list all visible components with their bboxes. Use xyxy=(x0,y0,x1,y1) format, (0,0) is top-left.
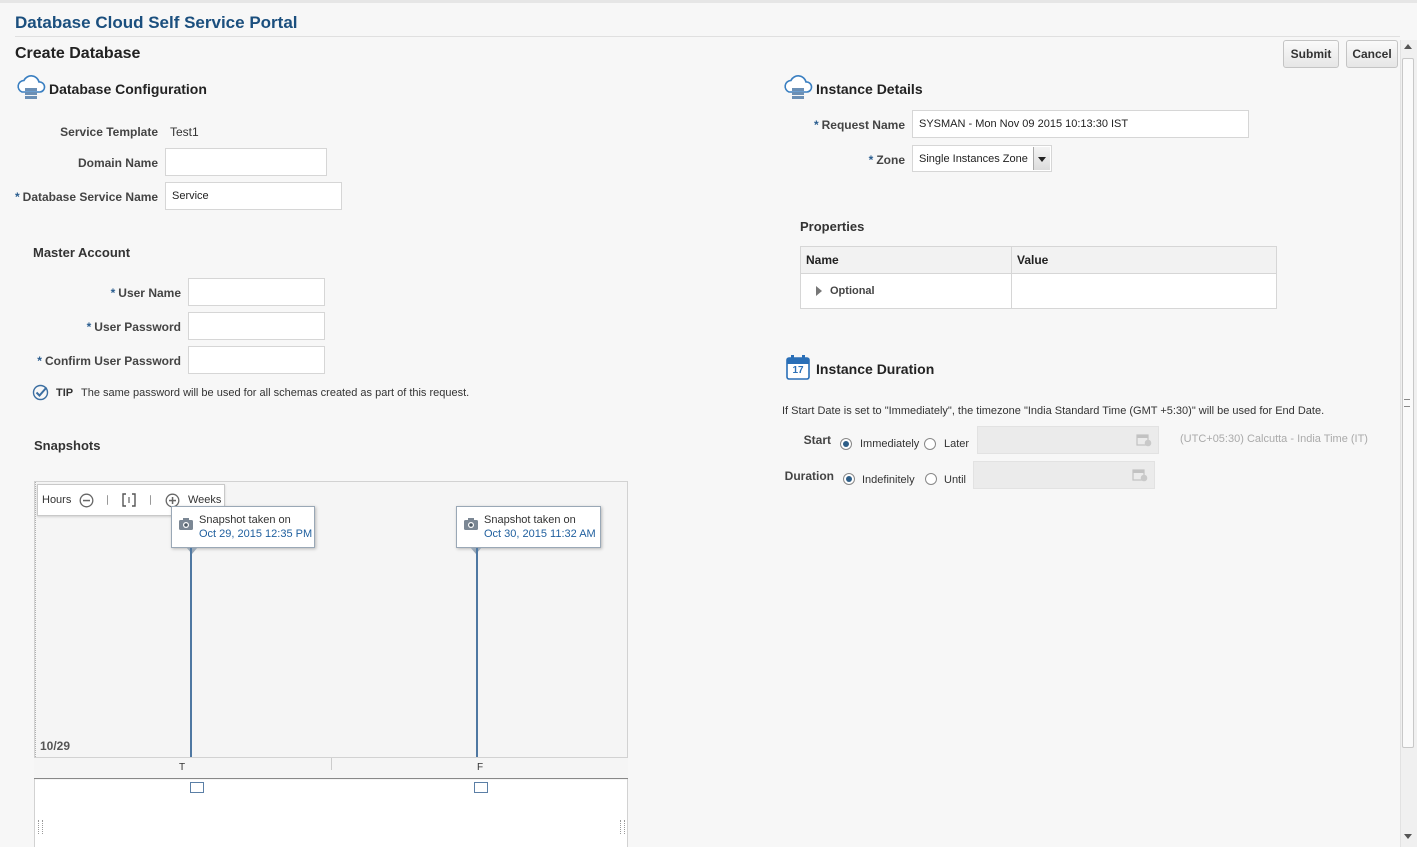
domain-name-input[interactable] xyxy=(165,148,327,176)
snapshots-title: Snapshots xyxy=(34,438,101,453)
axis-tick-divider xyxy=(331,758,332,770)
weeks-label: Weeks xyxy=(188,494,222,506)
toolbar-separator xyxy=(150,495,151,505)
timeline-left-guide xyxy=(35,482,37,757)
scroll-down-arrow-icon[interactable] xyxy=(1404,834,1412,839)
expand-triangle-icon[interactable] xyxy=(816,286,822,296)
calendar-icon: 17 xyxy=(786,354,810,380)
app-title: Database Cloud Self Service Portal xyxy=(15,13,298,32)
start-immediately-radio[interactable] xyxy=(840,438,852,450)
scrollbar-grip xyxy=(1404,399,1410,407)
properties-table: Name Value Optional xyxy=(800,246,1277,309)
toolbar-separator xyxy=(107,495,108,505)
user-password-label: User Password xyxy=(94,320,181,334)
properties-title: Properties xyxy=(800,219,865,234)
zone-select[interactable]: Single Instances Zone xyxy=(912,145,1052,172)
timeline-axis: T F xyxy=(34,757,628,779)
db-service-name-label: Database Service Name xyxy=(22,190,159,204)
start-label: Start xyxy=(803,433,831,447)
snapshot-event-1[interactable]: Snapshot taken on Oct 29, 2015 12:35 PM xyxy=(171,506,315,548)
instance-duration-title: Instance Duration xyxy=(816,361,935,377)
service-template-label: Service Template xyxy=(60,125,158,139)
snapshot-event-2-label: Snapshot taken on xyxy=(484,514,576,526)
user-password-input[interactable] xyxy=(188,312,325,340)
properties-col-name: Name xyxy=(806,253,839,267)
service-template-value: Test1 xyxy=(170,125,199,139)
calendar-picker-icon xyxy=(1136,433,1152,447)
duration-indefinitely-label[interactable]: Indefinitely xyxy=(862,474,915,486)
scroll-up-arrow-icon[interactable] xyxy=(1404,44,1412,49)
axis-tick-label: F xyxy=(477,762,484,773)
instance-details-title: Instance Details xyxy=(816,81,923,97)
snapshot-event-1-date: Oct 29, 2015 12:35 PM xyxy=(199,528,313,540)
confirm-password-label: Confirm User Password xyxy=(44,354,181,368)
duration-until-radio[interactable] xyxy=(925,473,937,485)
overview-left-handle[interactable] xyxy=(38,820,43,834)
start-later-radio[interactable] xyxy=(924,438,936,450)
confirm-password-label-wrap: * Confirm User Password xyxy=(37,354,181,368)
snapshot-event-1-label: Snapshot taken on xyxy=(199,514,291,526)
overview-marker xyxy=(474,782,488,793)
camera-icon xyxy=(463,517,479,531)
tip-text: The same password will be used for all s… xyxy=(81,387,470,399)
axis-tick-label: T xyxy=(179,762,186,773)
snapshot-event-2-date: Oct 30, 2015 11:32 AM xyxy=(484,528,596,540)
properties-row-name: Optional xyxy=(830,285,875,297)
fit-range-icon[interactable] xyxy=(121,492,137,508)
domain-name-label: Domain Name xyxy=(77,156,158,170)
snapshot-event-2-line xyxy=(476,548,478,757)
user-name-input[interactable] xyxy=(188,278,325,306)
user-name-label-wrap: * User Name xyxy=(110,286,181,300)
calendar-picker-icon xyxy=(1132,468,1148,482)
timezone-note: If Start Date is set to "Immediately", t… xyxy=(782,405,1325,417)
confirm-password-input[interactable] xyxy=(188,346,325,374)
duration-label: Duration xyxy=(784,469,834,483)
start-date-input xyxy=(977,426,1159,454)
timeline-date-label: 10/29 xyxy=(40,739,71,753)
page-title: Create Database xyxy=(15,45,141,62)
checkmark-icon xyxy=(32,384,49,401)
duration-until-label[interactable]: Until xyxy=(944,474,966,486)
header-divider xyxy=(15,36,1400,37)
camera-icon xyxy=(178,517,194,531)
timeline-overview[interactable] xyxy=(35,780,627,847)
snapshot-event-2[interactable]: Snapshot taken on Oct 30, 2015 11:32 AM xyxy=(456,506,601,548)
db-service-name-label-wrap: * Database Service Name xyxy=(15,190,159,204)
start-later-label[interactable]: Later xyxy=(944,438,969,450)
hours-label: Hours xyxy=(42,494,72,506)
properties-col-value: Value xyxy=(1017,253,1049,267)
calendar-day: 17 xyxy=(792,365,804,376)
request-name-label-wrap: * Request Name xyxy=(813,118,905,132)
top-border xyxy=(0,0,1417,3)
tip-label: TIP xyxy=(56,387,74,399)
chevron-down-icon[interactable] xyxy=(1033,147,1050,170)
zone-select-value: Single Instances Zone xyxy=(919,153,1028,165)
db-service-name-input[interactable]: Service xyxy=(165,182,342,210)
db-config-title: Database Configuration xyxy=(49,81,207,97)
callout-pointer xyxy=(186,547,198,554)
zoom-out-icon[interactable] xyxy=(79,493,94,508)
duration-indefinitely-radio[interactable] xyxy=(843,473,855,485)
request-name-input[interactable]: SYSMAN - Mon Nov 09 2015 10:13:30 IST xyxy=(912,110,1249,138)
overview-right-handle[interactable] xyxy=(620,820,625,834)
user-password-label-wrap: * User Password xyxy=(86,320,181,334)
user-name-label: User Name xyxy=(118,286,181,300)
zone-label-wrap: * Zone xyxy=(868,153,905,167)
master-account-title: Master Account xyxy=(33,245,131,260)
start-immediately-label[interactable]: Immediately xyxy=(860,438,919,450)
submit-button[interactable]: Submit xyxy=(1283,40,1339,68)
overview-marker xyxy=(190,782,204,793)
table-row[interactable]: Optional xyxy=(801,274,1276,308)
cancel-button[interactable]: Cancel xyxy=(1346,40,1398,68)
timezone-text: (UTC+05:30) Calcutta - India Time (IT) xyxy=(1180,433,1368,445)
zone-label: Zone xyxy=(876,153,905,167)
end-date-input xyxy=(973,461,1155,489)
request-name-label: Request Name xyxy=(821,118,905,132)
snapshot-event-1-line xyxy=(190,548,192,757)
cloud-database-icon xyxy=(15,72,47,104)
cloud-database-icon xyxy=(782,72,814,104)
